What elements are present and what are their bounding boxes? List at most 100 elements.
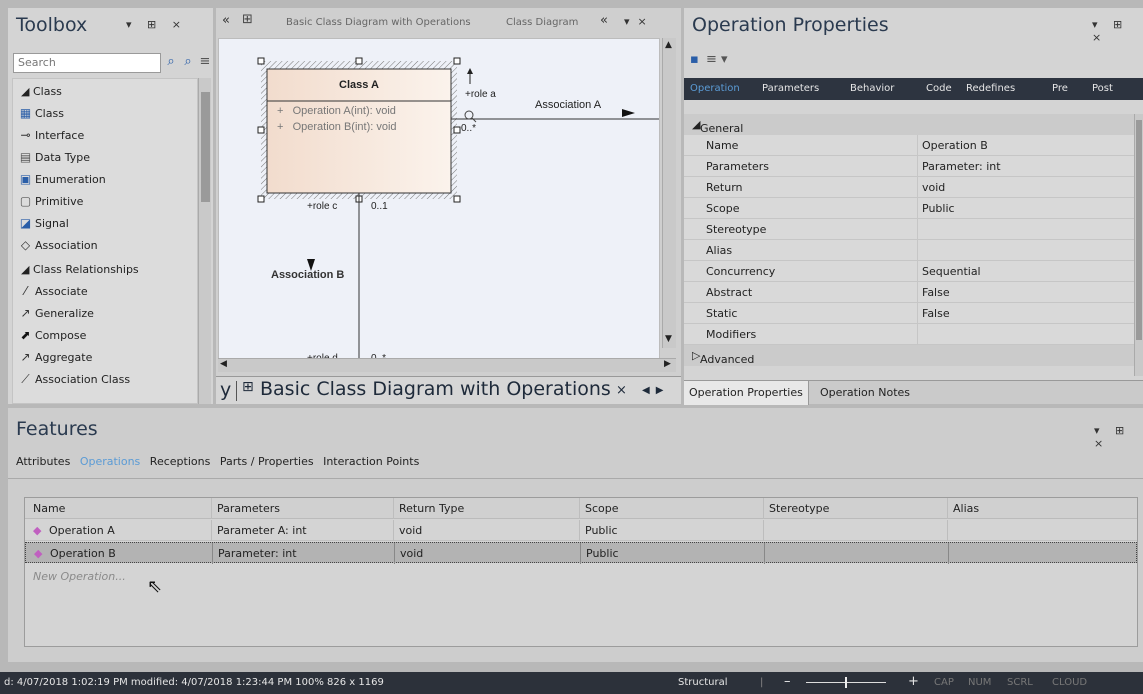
prop-row-stereotype[interactable]: Stereotype — [684, 219, 1134, 240]
toolbox-item-signal[interactable]: ◪ Signal — [13, 213, 197, 235]
tab-operation[interactable]: Operation — [690, 83, 740, 94]
col-stereotype[interactable]: Stereotype — [769, 502, 829, 515]
new-operation-placeholder[interactable]: New Operation... — [33, 570, 126, 583]
tab-operation-properties[interactable]: Operation Properties — [684, 381, 809, 405]
diagram-document-tab[interactable]: y ⊞ Basic Class Diagram with Operations … — [216, 376, 681, 404]
prop-value[interactable]: Public — [922, 202, 955, 215]
toolbox-search-input[interactable]: Search — [13, 53, 161, 73]
prop-value[interactable]: Parameter: int — [922, 160, 1001, 173]
tab-parameters[interactable]: Parameters — [762, 83, 819, 94]
zoom-slider-thumb[interactable] — [845, 677, 847, 688]
toolbox-item-class[interactable]: ▦ Class — [13, 103, 197, 125]
toolbox-group-class[interactable]: ◢ Class — [13, 79, 197, 103]
toolbox-item-interface[interactable]: ⊸ Interface — [13, 125, 197, 147]
menu-icon[interactable]: ≡ — [197, 54, 213, 72]
prop-row-modifiers[interactable]: Modifiers — [684, 324, 1134, 345]
zoom-in-button[interactable]: + — [908, 674, 919, 689]
col-return-type[interactable]: Return Type — [399, 502, 464, 515]
prop-row-return[interactable]: Return void — [684, 177, 1134, 198]
prop-value[interactable]: Sequential — [922, 265, 981, 278]
toolbox-item-aggregate[interactable]: ↗ Aggregate — [13, 347, 197, 369]
tab-operation-notes[interactable]: Operation Notes — [820, 386, 910, 399]
cell-name[interactable]: Operation A — [49, 524, 115, 537]
menu-dropdown-icon[interactable]: ≡ ▾ — [706, 52, 728, 67]
search-icon[interactable]: ⌕ — [163, 54, 179, 72]
toolbox-item-datatype[interactable]: ▤ Data Type — [13, 147, 197, 169]
properties-window-controls[interactable]: ▾ ⊞ × — [1092, 18, 1143, 44]
zoom-out-button[interactable]: – — [784, 674, 791, 689]
find-icon[interactable]: ⌕ — [180, 54, 196, 72]
scroll-thumb[interactable] — [1136, 120, 1142, 340]
tab-pre[interactable]: Pre — [1052, 83, 1068, 94]
tab-attributes[interactable]: Attributes — [16, 455, 70, 468]
properties-scrollbar[interactable] — [1134, 114, 1143, 376]
col-alias[interactable]: Alias — [953, 502, 979, 515]
scroll-down-icon[interactable]: ▼ — [665, 334, 672, 344]
prop-value[interactable]: False — [922, 286, 950, 299]
cell-parameters[interactable]: Parameter A: int — [217, 524, 307, 537]
tab-redefines[interactable]: Redefines — [966, 83, 1015, 94]
col-scope[interactable]: Scope — [585, 502, 619, 515]
prop-value[interactable]: False — [922, 307, 950, 320]
diagram-window-controls[interactable]: ▾× — [624, 15, 655, 28]
tab-code[interactable]: Code — [926, 83, 952, 94]
toolbox-item-associate[interactable]: ⁄ Associate — [13, 281, 197, 303]
scroll-up-icon[interactable]: ▲ — [665, 40, 672, 50]
tab-parts-properties[interactable]: Parts / Properties — [220, 455, 314, 468]
diagram-hscrollbar[interactable]: ◀ ▶ — [218, 358, 676, 372]
cell-scope[interactable]: Public — [585, 524, 618, 537]
toolbox-group-class-relationships[interactable]: ◢ Class Relationships — [13, 257, 197, 281]
prop-row-concurrency[interactable]: Concurrency Sequential — [684, 261, 1134, 282]
toolbox-item-generalize[interactable]: ↗ Generalize — [13, 303, 197, 325]
class-a-operation-1[interactable]: + Operation A(int): void — [277, 105, 396, 117]
prop-row-alias[interactable]: Alias — [684, 240, 1134, 261]
diagram-canvas[interactable]: Class A + Operation A(int): void + Opera… — [218, 38, 660, 364]
prop-value[interactable]: void — [922, 181, 945, 194]
toolbox-item-compose[interactable]: ⬈ Compose — [13, 325, 197, 347]
toolbox-scrollbar[interactable] — [198, 78, 211, 404]
tab-interaction-points[interactable]: Interaction Points — [323, 455, 419, 468]
section-general-settings[interactable]: ◢ General Settings — [684, 114, 1134, 148]
prop-row-abstract[interactable]: Abstract False — [684, 282, 1134, 303]
toolbox-item-enumeration[interactable]: ▣ Enumeration — [13, 169, 197, 191]
prop-row-parameters[interactable]: Parameters Parameter: int — [684, 156, 1134, 177]
scroll-thumb[interactable] — [201, 92, 210, 202]
operation-icon: ◆ — [33, 524, 42, 537]
table-row[interactable]: ◆ Operation A Parameter A: int void Publ… — [25, 520, 1137, 541]
cell-parameters[interactable]: Parameter: int — [218, 547, 297, 560]
diagram-vscrollbar[interactable]: ▲ ▼ — [662, 38, 676, 348]
toolbox-item-association[interactable]: ◇ Association — [13, 235, 197, 257]
toolbox-item-association-class[interactable]: ⟋ Association Class — [13, 369, 197, 391]
toolbox-item-primitive[interactable]: ▢ Primitive — [13, 191, 197, 213]
collapse-left-icon[interactable]: « — [222, 13, 230, 28]
tab-operations[interactable]: Operations — [80, 455, 140, 468]
prop-row-name[interactable]: Name Operation B — [684, 135, 1134, 156]
cell-return-type[interactable]: void — [400, 547, 423, 560]
scroll-left-icon[interactable]: ◀ — [220, 359, 227, 369]
features-window-controls[interactable]: ▾ ⊞ × — [1094, 424, 1143, 450]
tab-receptions[interactable]: Receptions — [150, 455, 211, 468]
magnify-icon[interactable] — [464, 110, 474, 120]
close-tab-icon[interactable]: × — [616, 383, 627, 398]
prop-row-static[interactable]: Static False — [684, 303, 1134, 324]
col-parameters[interactable]: Parameters — [217, 502, 280, 515]
class-a-operation-2[interactable]: + Operation B(int): void — [277, 121, 397, 133]
prop-value[interactable]: Operation B — [922, 139, 988, 152]
table-row-selected[interactable]: ◆ Operation B Parameter: int void Public — [25, 542, 1137, 564]
prop-key: Abstract — [706, 286, 753, 299]
section-advanced[interactable]: ▷ Advanced — [684, 345, 1134, 366]
collapse-right-icon[interactable]: « — [600, 13, 608, 28]
new-operation-row[interactable]: New Operation... — [25, 566, 1137, 587]
tab-post[interactable]: Post — [1092, 83, 1113, 94]
tab-behavior[interactable]: Behavior — [850, 83, 894, 94]
role-a-label: +role a — [465, 89, 496, 100]
cell-scope[interactable]: Public — [586, 547, 619, 560]
prop-row-scope[interactable]: Scope Public — [684, 198, 1134, 219]
save-icon[interactable]: ▪ — [690, 52, 699, 67]
cell-return-type[interactable]: void — [399, 524, 422, 537]
toolbox-window-controls[interactable]: ▾ ⊞ × — [126, 18, 187, 31]
col-name[interactable]: Name — [33, 502, 65, 515]
tab-nav-icon[interactable]: ◀▶ — [642, 385, 669, 396]
scroll-right-icon[interactable]: ▶ — [664, 359, 671, 369]
cell-name[interactable]: Operation B — [50, 547, 116, 560]
